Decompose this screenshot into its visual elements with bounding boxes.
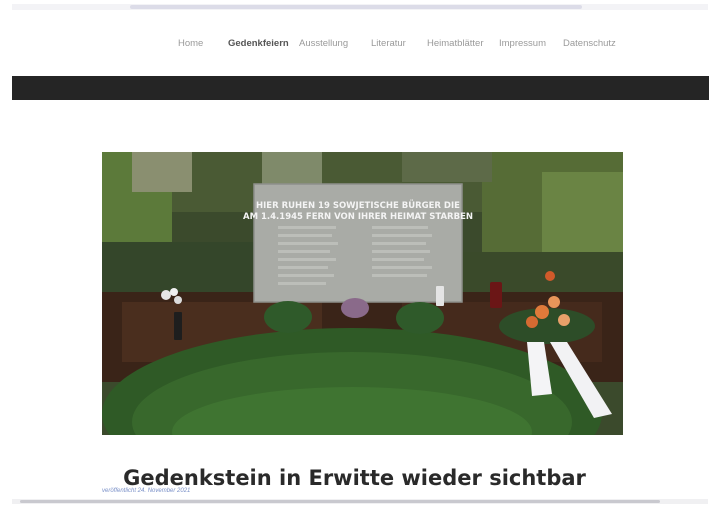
memorial-inscription-line2: AM 1.4.1945 FERN VON IHRER HEIMAT STARBE… bbox=[243, 212, 473, 222]
main-navigation: Home Gedenkfeiern Ausstellung Literatur … bbox=[0, 38, 709, 54]
bottom-scrollbar-thumb[interactable] bbox=[20, 500, 660, 503]
nav-item-impressum[interactable]: Impressum bbox=[499, 38, 546, 49]
nav-item-literatur[interactable]: Literatur bbox=[371, 38, 406, 49]
nav-item-gedenkfeiern[interactable]: Gedenkfeiern bbox=[228, 38, 289, 49]
published-date-link[interactable]: veröffentlicht 24. November 2021 bbox=[102, 488, 190, 494]
nav-item-heimatblaetter[interactable]: Heimatblätter bbox=[427, 38, 484, 49]
nav-item-home[interactable]: Home bbox=[178, 38, 203, 49]
article-title: Gedenkstein in Erwitte wieder sichtbar bbox=[123, 466, 586, 491]
top-scrollbar[interactable] bbox=[12, 4, 708, 10]
nav-item-ausstellung[interactable]: Ausstellung bbox=[299, 38, 348, 49]
nav-item-datenschutz[interactable]: Datenschutz bbox=[563, 38, 616, 49]
bottom-scrollbar[interactable] bbox=[12, 499, 708, 504]
memorial-inscription-line1: HIER RUHEN 19 SOWJETISCHE BÜRGER DIE bbox=[256, 200, 460, 211]
header-bar bbox=[12, 76, 709, 100]
top-scrollbar-thumb[interactable] bbox=[130, 5, 582, 9]
memorial-photo: HIER RUHEN 19 SOWJETISCHE BÜRGER DIE AM … bbox=[102, 152, 623, 435]
